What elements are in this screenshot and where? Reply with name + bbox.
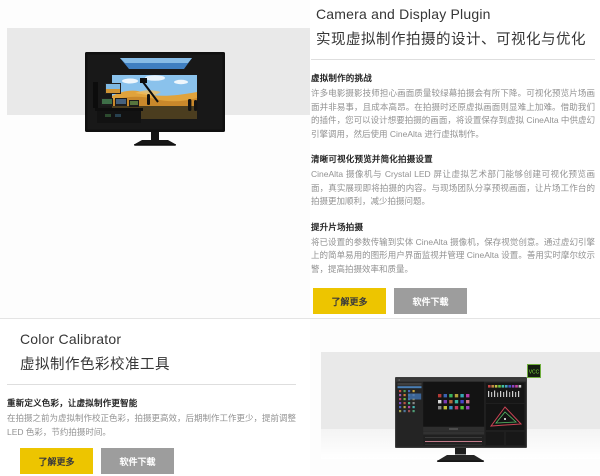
title-divider [311, 59, 595, 60]
block-heading: 重新定义色彩，让虚拟制作更智能 [7, 397, 296, 409]
block-heading: 虚拟制作的挑战 [311, 72, 595, 84]
section-title-en: Color Calibrator [20, 331, 296, 347]
block-heading: 清晰可视化预览并简化拍摄设置 [311, 153, 595, 165]
product-image-color-calibrator: VCC [310, 319, 600, 475]
section-title-zh: 实现虚拟制作拍摄的设计、可视化与优化 [316, 28, 595, 49]
software-download-button[interactable]: 软件下载 [101, 448, 174, 474]
content-camera-display-plugin: Camera and Display Plugin 实现虚拟制作拍摄的设计、可视… [310, 0, 600, 318]
learn-more-button[interactable]: 了解更多 [313, 288, 386, 314]
block-body: CineAlta 摄像机与 Crystal LED 屏让虚拟艺术部门能够创建可视… [311, 168, 595, 209]
section-title-en: Camera and Display Plugin [316, 6, 595, 22]
button-row: 了解更多 软件下载 [313, 288, 595, 314]
content-color-calibrator: Color Calibrator 虚拟制作色彩校准工具 重新定义色彩，让虚拟制作… [0, 319, 310, 475]
title-divider [7, 384, 296, 385]
section-camera-display-plugin: Camera and Display Plugin 实现虚拟制作拍摄的设计、可视… [0, 0, 600, 319]
software-download-button[interactable]: 软件下载 [394, 288, 467, 314]
block-body: 在拍摄之前为虚拟制作校正色彩，拍摄更高效，后期制作工作更少，提前调整 LED 色… [7, 412, 296, 439]
svg-text:VCC: VCC [529, 369, 540, 375]
button-row: 了解更多 软件下载 [20, 448, 296, 474]
section-color-calibrator: Color Calibrator 虚拟制作色彩校准工具 重新定义色彩，让虚拟制作… [0, 319, 600, 475]
monitor-calibration-software-image [395, 377, 527, 462]
block-body: 许多电影摄影技师担心画面质量较绿幕拍摄会有所下降。可视化预览片场画面并非易事，且… [311, 87, 595, 141]
page: Camera and Display Plugin 实现虚拟制作拍摄的设计、可视… [0, 0, 600, 476]
text-block: 虚拟制作的挑战 许多电影摄影技师担心画面质量较绿幕拍摄会有所下降。可视化预览片场… [311, 72, 595, 141]
text-block: 重新定义色彩，让虚拟制作更智能 在拍摄之前为虚拟制作校正色彩，拍摄更高效，后期制… [7, 397, 296, 439]
text-block: 提升片场拍摄 将已设置的参数传输到实体 CineAlta 摄像机，保存视觉创意。… [311, 221, 595, 277]
product-image-camera-display-plugin [0, 0, 310, 318]
text-block: 清晰可视化预览并简化拍摄设置 CineAlta 摄像机与 Crystal LED… [311, 153, 595, 209]
vcc-badge-icon: VCC [527, 364, 541, 378]
learn-more-button[interactable]: 了解更多 [20, 448, 93, 474]
monitor-virtual-production-image [85, 52, 225, 147]
block-heading: 提升片场拍摄 [311, 221, 595, 233]
block-body: 将已设置的参数传输到实体 CineAlta 摄像机，保存视觉创意。通过虚幻引擎上… [311, 236, 595, 277]
section-title-zh: 虚拟制作色彩校准工具 [20, 353, 296, 374]
